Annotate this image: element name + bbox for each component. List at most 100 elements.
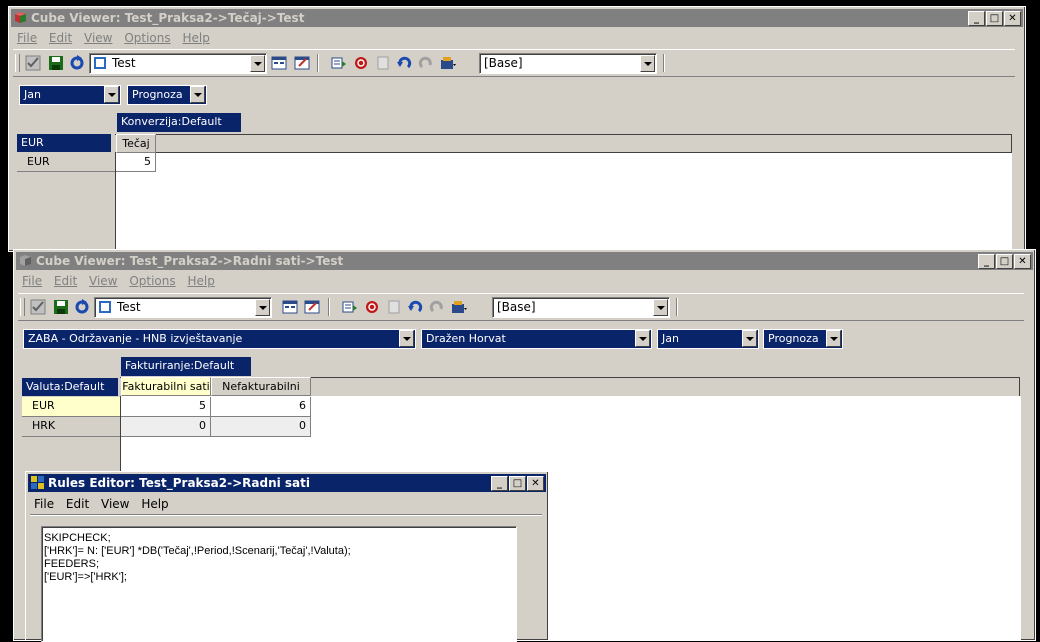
close-button[interactable]: ✕: [527, 476, 544, 491]
title-bar[interactable]: Rules Editor: Test_Praksa2->Radni sati _…: [28, 474, 546, 492]
menu-options[interactable]: Options: [124, 31, 170, 45]
subset-combo[interactable]: [Base]: [492, 297, 670, 318]
subset-combo-dropdown[interactable]: [640, 55, 655, 72]
menu-file[interactable]: File: [34, 497, 54, 511]
view-combo[interactable]: Test: [94, 297, 272, 318]
view-combo-dropdown[interactable]: [250, 55, 265, 72]
menu-edit[interactable]: Edit: [54, 274, 77, 288]
export-icon[interactable]: [331, 55, 347, 71]
undo-icon[interactable]: [407, 299, 423, 315]
data-grid: [115, 152, 1012, 251]
data-cell[interactable]: 5: [116, 153, 156, 172]
stop-icon[interactable]: [353, 55, 369, 71]
column-header-fakturabilni[interactable]: Fakturabilni sati: [121, 377, 211, 396]
cube-viewer-window-tecaj: Cube Viewer: Test_Praksa2->Tečaj->Test _…: [8, 6, 1026, 252]
menu-edit[interactable]: Edit: [49, 31, 72, 45]
redo-icon[interactable]: [429, 299, 445, 315]
save-view-icon[interactable]: [304, 299, 320, 315]
refresh-icon[interactable]: [74, 299, 90, 315]
data-cell[interactable]: 0: [211, 417, 311, 437]
column-dimension-tab[interactable]: Fakturiranje:Default: [121, 357, 251, 376]
open-view-icon[interactable]: [282, 299, 298, 315]
maximize-button[interactable]: □: [509, 476, 526, 491]
close-button[interactable]: ✕: [1014, 254, 1031, 269]
recalculate-check-icon[interactable]: [30, 299, 46, 315]
employee-dropdown[interactable]: [635, 330, 650, 347]
close-button[interactable]: ✕: [1004, 11, 1021, 26]
menu-file[interactable]: File: [22, 274, 42, 288]
menu-help[interactable]: Help: [182, 31, 209, 45]
subset-editor-icon[interactable]: [440, 55, 456, 71]
save-icon[interactable]: [53, 299, 69, 315]
scenario-dropdown[interactable]: [826, 330, 841, 347]
period-dropdown[interactable]: [742, 330, 757, 347]
view-combo-value: Test: [112, 56, 136, 70]
title-bar[interactable]: Cube Viewer: Test_Praksa2->Radni sati->T…: [16, 252, 1033, 270]
data-cell[interactable]: 5: [121, 397, 211, 417]
row-dimension-label: EUR: [21, 136, 44, 149]
rules-text-editor[interactable]: SKIPCHECK; ['HRK']= N: ['EUR'] *DB('Teča…: [41, 526, 517, 642]
title-dim-scenario[interactable]: Prognoza: [127, 85, 207, 105]
refresh-icon[interactable]: [69, 55, 85, 71]
minimize-button[interactable]: _: [968, 11, 985, 26]
rule-line: SKIPCHECK;: [44, 532, 111, 544]
title-bar[interactable]: Cube Viewer: Test_Praksa2->Tečaj->Test _…: [11, 9, 1023, 27]
recalculate-check-icon[interactable]: [25, 55, 41, 71]
row-header[interactable]: EUR: [17, 153, 115, 172]
title-dim-period[interactable]: Jan: [19, 85, 121, 105]
project-dropdown[interactable]: [399, 330, 414, 347]
data-cell[interactable]: 6: [211, 397, 311, 417]
subset-combo[interactable]: [Base]: [479, 53, 657, 74]
column-header-label: Tečaj: [122, 137, 150, 150]
subset-combo-dropdown[interactable]: [653, 299, 668, 316]
sandbox-icon[interactable]: [375, 55, 391, 71]
close-icon: ✕: [1008, 13, 1017, 24]
maximize-button[interactable]: □: [986, 11, 1003, 26]
minimize-button[interactable]: _: [978, 254, 995, 269]
period-dropdown[interactable]: [104, 86, 119, 103]
toolbar-grip[interactable]: [15, 54, 20, 72]
maximize-button[interactable]: □: [996, 254, 1013, 269]
menu-view[interactable]: View: [101, 497, 129, 511]
menu-file[interactable]: File: [17, 31, 37, 45]
undo-icon[interactable]: [396, 55, 412, 71]
menu-help[interactable]: Help: [141, 497, 168, 511]
row-header-label: HRK: [32, 419, 56, 432]
column-header[interactable]: Tečaj: [116, 134, 156, 153]
toolbar-grip[interactable]: [20, 298, 25, 316]
column-header-nefakturabilni[interactable]: Nefakturabilni sati: [211, 377, 311, 410]
column-dimension-tab[interactable]: Konverzija:Default: [117, 113, 241, 132]
window-title: Cube Viewer: Test_Praksa2->Radni sati->T…: [36, 254, 344, 268]
row-dimension-tab[interactable]: Valuta:Default: [22, 378, 118, 396]
row-header-hrk[interactable]: HRK: [22, 417, 120, 437]
title-dim-period-value: Jan: [24, 88, 41, 101]
title-dim-scenario[interactable]: Prognoza: [763, 329, 843, 349]
subset-editor-icon[interactable]: [451, 299, 467, 315]
sandbox-icon[interactable]: [386, 299, 402, 315]
data-cell[interactable]: 0: [121, 417, 211, 437]
menu-edit[interactable]: Edit: [66, 497, 89, 511]
menu-view[interactable]: View: [84, 31, 112, 45]
menu-help[interactable]: Help: [187, 274, 214, 288]
save-view-icon[interactable]: [294, 55, 310, 71]
title-dim-project[interactable]: ZABA - Održavanje - HNB izvještavanje: [23, 329, 416, 349]
row-dimension-tab[interactable]: EUR: [17, 134, 111, 152]
minimize-button[interactable]: _: [491, 476, 508, 491]
open-view-icon[interactable]: [271, 55, 287, 71]
redo-icon[interactable]: [418, 55, 434, 71]
stop-icon[interactable]: [364, 299, 380, 315]
toolbar: Test [Base]: [18, 293, 1024, 321]
row-header-eur[interactable]: EUR: [22, 397, 120, 417]
minimize-icon: _: [497, 478, 502, 489]
export-icon[interactable]: [342, 299, 358, 315]
save-icon[interactable]: [48, 55, 64, 71]
title-dim-period[interactable]: Jan: [657, 329, 759, 349]
view-combo[interactable]: Test: [89, 53, 267, 74]
menu-view[interactable]: View: [89, 274, 117, 288]
title-dim-employee[interactable]: Dražen Horvat: [421, 329, 652, 349]
menu-options[interactable]: Options: [129, 274, 175, 288]
menu-bar: File Edit View Help: [30, 495, 173, 513]
view-combo-dropdown[interactable]: [255, 299, 270, 316]
scenario-dropdown[interactable]: [190, 86, 205, 103]
column-dimension-label: Konverzija:Default: [121, 115, 222, 128]
